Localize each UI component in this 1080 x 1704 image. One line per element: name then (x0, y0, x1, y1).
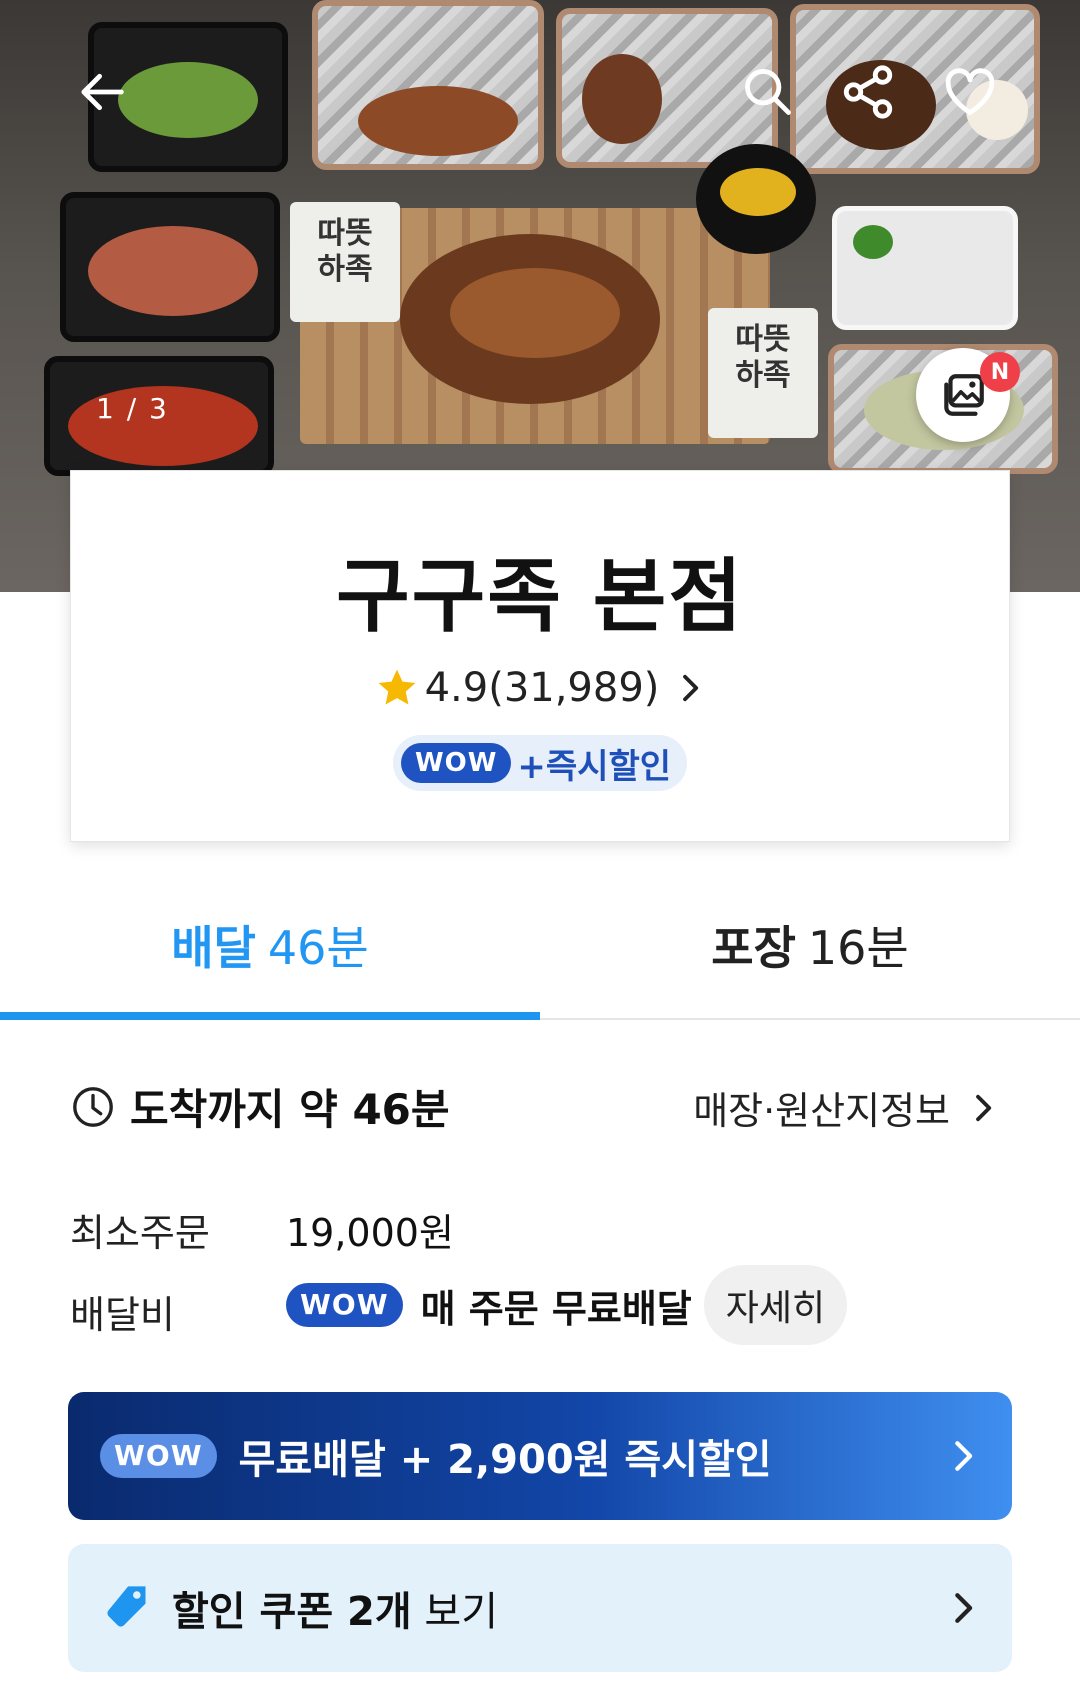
tab-pickup[interactable]: 포장 16분 (540, 872, 1080, 1018)
tab-label: 배달 (171, 921, 256, 975)
coupon-tag-icon (107, 1586, 146, 1627)
min-order-label: 최소주문 (70, 1211, 210, 1255)
search-button[interactable] (736, 60, 800, 124)
tab-label: 포장 (711, 921, 796, 975)
wow-banner-text: 무료배달 + 2,900원 즉시할인 (238, 1437, 772, 1483)
back-arrow-icon (81, 73, 124, 111)
search-icon (745, 69, 791, 115)
delivery-fee-label: 배달비 (70, 1293, 175, 1337)
package-label: 따뜻 하족 (708, 308, 818, 438)
store-name: 구구족 본점 (336, 550, 744, 643)
tab-time: 46분 (267, 921, 369, 975)
coupon-banner[interactable]: 할인 쿠폰 2개 보기 (68, 1544, 1012, 1672)
wow-discount-badge: WOW +즉시할인 (392, 735, 688, 791)
rating-text: 4.9(31,989) (424, 665, 660, 711)
store-origin-info-link[interactable]: 매장·원산지정보 (693, 1080, 998, 1135)
arrival-text: 도착까지 약 46분 (130, 1085, 450, 1134)
clock-icon (73, 1086, 113, 1127)
back-button[interactable] (70, 60, 134, 124)
store-card: 구구족 본점 4.9(31,989) WOW +즉시할인 (70, 470, 1010, 842)
coupon-count-text: 할인 쿠폰 2개 (172, 1589, 412, 1635)
coupon-text: 할인 쿠폰 2개 보기 (172, 1579, 946, 1637)
share-button[interactable] (836, 60, 900, 124)
wow-discount-banner[interactable]: WOW 무료배달 + 2,900원 즉시할인 (68, 1392, 1012, 1520)
chevron-right-icon (683, 674, 699, 702)
favorite-button[interactable] (938, 60, 1002, 124)
chevron-right-icon (955, 1441, 973, 1471)
chevron-right-icon (976, 1094, 992, 1121)
wow-promo-text: +즉시할인 (517, 746, 672, 787)
star-icon (378, 669, 415, 705)
tab-delivery[interactable]: 배달 46분 (0, 872, 540, 1018)
wow-badge: WOW (286, 1283, 403, 1327)
tab-time: 16분 (807, 921, 909, 975)
chevron-right-icon (955, 1593, 973, 1623)
order-type-tabs: 배달 46분 포장 16분 (0, 872, 1080, 1020)
store-info-label: 매장·원산지정보 (693, 1089, 950, 1133)
active-tab-indicator (0, 1012, 540, 1020)
image-counter: 1 / 3 (96, 392, 169, 425)
package-label: 따뜻 하족 (290, 202, 400, 322)
wow-badge: WOW (100, 1434, 217, 1478)
side-dish-tray (60, 192, 280, 342)
arrival-time: 도착까지 약 46분 (70, 1076, 450, 1137)
wow-badge: WOW (400, 743, 512, 783)
rating-link[interactable]: 4.9(31,989) (71, 665, 1009, 711)
detail-button[interactable]: 자세히 (703, 1265, 848, 1345)
min-order-value: 19,000원 (286, 1211, 454, 1255)
share-icon (843, 65, 893, 119)
pork-tray (790, 4, 1040, 174)
coupon-view-text: 보기 (411, 1589, 499, 1635)
delivery-fee-text: 매 주문 무료배달 (420, 1286, 692, 1331)
new-badge: N (980, 352, 1020, 392)
pork-tray (312, 0, 544, 170)
heart-icon (945, 68, 995, 115)
delivery-fee-row: WOW 매 주문 무료배달 자세히 (286, 1262, 848, 1348)
condiment-tray (832, 206, 1018, 330)
